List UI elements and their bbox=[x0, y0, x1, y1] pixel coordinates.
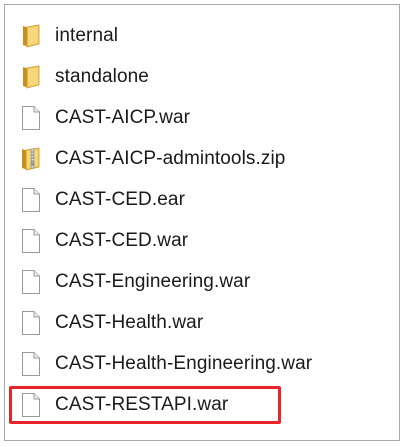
list-item-cast-health-war[interactable]: CAST-Health.war bbox=[19, 302, 399, 343]
file-name: internal bbox=[55, 24, 119, 46]
file-name: CAST-AICP.war bbox=[55, 106, 191, 128]
file-name: CAST-Health-Engineering.war bbox=[55, 352, 313, 374]
zip-folder-icon bbox=[19, 144, 43, 174]
file-icon bbox=[19, 185, 43, 215]
file-name: CAST-AICP-admintools.zip bbox=[55, 147, 286, 169]
folder-icon bbox=[19, 62, 43, 92]
file-icon bbox=[19, 308, 43, 338]
file-icon bbox=[19, 390, 43, 420]
file-name: CAST-RESTAPI.war bbox=[55, 393, 229, 415]
list-item-cast-aicp-war[interactable]: CAST-AICP.war bbox=[19, 97, 399, 138]
file-icon bbox=[19, 103, 43, 133]
file-name: CAST-Health.war bbox=[55, 311, 204, 333]
list-item-cast-restapi-war[interactable]: CAST-RESTAPI.war bbox=[9, 384, 399, 425]
file-name: CAST-CED.war bbox=[55, 229, 189, 251]
file-icon bbox=[19, 267, 43, 297]
list-item-internal[interactable]: internal bbox=[19, 15, 399, 56]
list-item-cast-aicp-admintools-zip[interactable]: CAST-AICP-admintools.zip bbox=[19, 138, 399, 179]
list-item-cast-ced-ear[interactable]: CAST-CED.ear bbox=[19, 179, 399, 220]
file-name: CAST-Engineering.war bbox=[55, 270, 251, 292]
file-list-panel: internal standalone CAST-AICP.war CAST-A… bbox=[4, 4, 400, 441]
file-list: internal standalone CAST-AICP.war CAST-A… bbox=[9, 15, 399, 425]
file-icon bbox=[19, 226, 43, 256]
folder-icon bbox=[19, 21, 43, 51]
file-name: standalone bbox=[55, 65, 149, 87]
file-icon bbox=[19, 349, 43, 379]
list-item-standalone[interactable]: standalone bbox=[19, 56, 399, 97]
list-item-cast-health-engineering-war[interactable]: CAST-Health-Engineering.war bbox=[19, 343, 399, 384]
file-name: CAST-CED.ear bbox=[55, 188, 186, 210]
list-item-cast-ced-war[interactable]: CAST-CED.war bbox=[19, 220, 399, 261]
list-item-cast-engineering-war[interactable]: CAST-Engineering.war bbox=[19, 261, 399, 302]
